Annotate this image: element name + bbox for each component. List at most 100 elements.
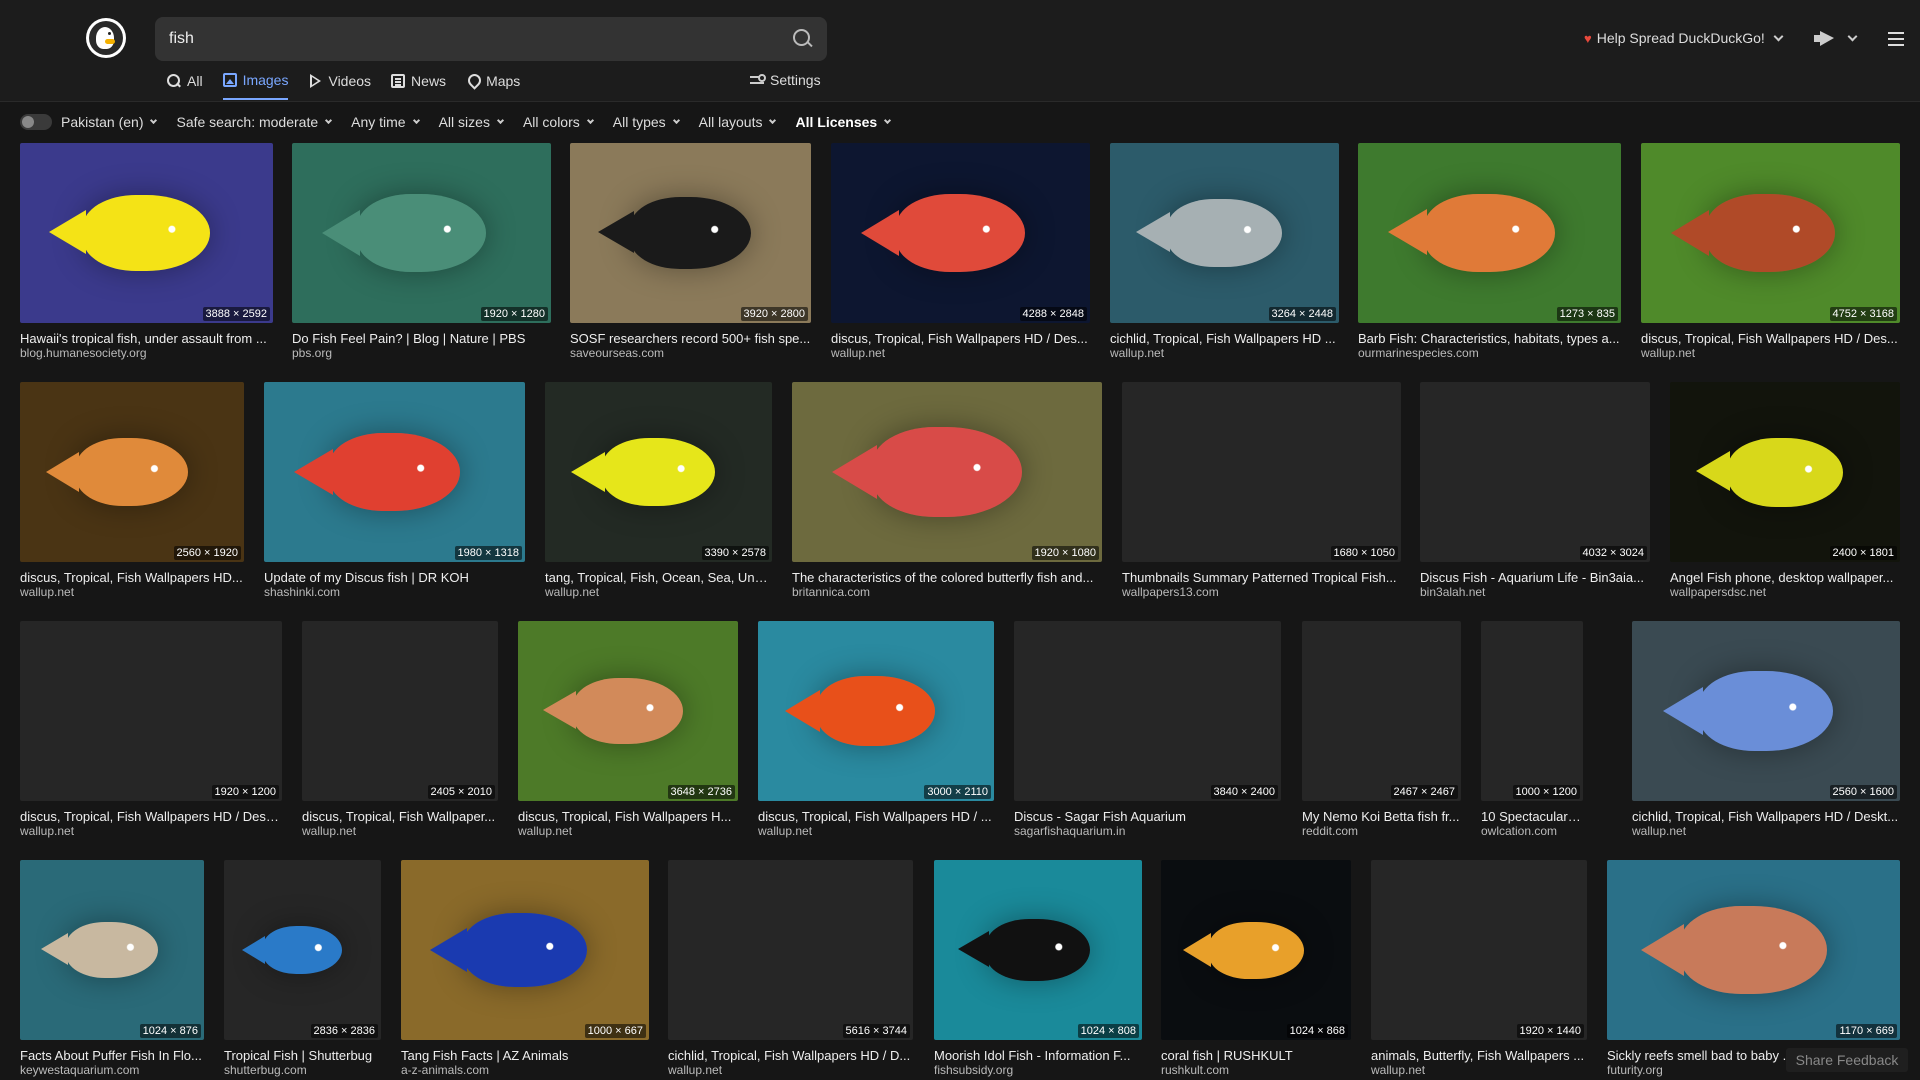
image-title[interactable]: Discus - Sagar Fish Aquarium xyxy=(1014,809,1281,824)
image-result[interactable]: 1920 × 1440 animals, Butterfly, Fish Wall… xyxy=(1371,860,1587,1080)
image-source[interactable]: wallup.net xyxy=(758,824,994,838)
image-source[interactable]: owlcation.com xyxy=(1481,824,1583,838)
image-source[interactable]: pbs.org xyxy=(292,346,551,360)
image-result[interactable]: 1920 × 1280 Do Fish Feel Pain? | Blog | N… xyxy=(292,143,551,363)
image-title[interactable]: 10 Spectacular Yello... xyxy=(1481,809,1583,824)
image-source[interactable]: rushkult.com xyxy=(1161,1063,1351,1077)
image-result[interactable]: 1980 × 1318 Update of my Discus fish | DR… xyxy=(264,382,525,602)
image-title[interactable]: Tropical Fish | Shutterbug xyxy=(224,1048,381,1063)
image-source[interactable]: keywestaquarium.com xyxy=(20,1063,204,1077)
image-title[interactable]: Update of my Discus fish | DR KOH xyxy=(264,570,525,585)
image-thumbnail[interactable]: 2560 × 1600 xyxy=(1632,621,1900,801)
image-thumbnail[interactable]: 2400 × 1801 xyxy=(1670,382,1900,562)
image-title[interactable]: animals, Butterfly, Fish Wallpapers ... xyxy=(1371,1048,1587,1063)
image-source[interactable]: wallup.net xyxy=(20,585,244,599)
image-result[interactable]: 4032 × 3024 Discus Fish - Aquarium Life -… xyxy=(1420,382,1650,602)
image-thumbnail[interactable]: 3000 × 2110 xyxy=(758,621,994,801)
image-result[interactable]: 3648 × 2736 discus, Tropical, Fish Wallpa… xyxy=(518,621,738,841)
image-title[interactable]: cichlid, Tropical, Fish Wallpapers HD / … xyxy=(1632,809,1900,824)
image-result[interactable]: 1024 × 868 coral fish | RUSHKULT rushkult.… xyxy=(1161,860,1351,1080)
image-thumbnail[interactable]: 1024 × 876 xyxy=(20,860,204,1040)
image-source[interactable]: wallup.net xyxy=(1371,1063,1587,1077)
image-result[interactable]: 3264 × 2448 cichlid, Tropical, Fish Wallp… xyxy=(1110,143,1339,363)
image-result[interactable]: 2560 × 1920 discus, Tropical, Fish Wallpa… xyxy=(20,382,244,602)
image-result[interactable]: 4288 × 2848 discus, Tropical, Fish Wallpa… xyxy=(831,143,1090,363)
image-thumbnail[interactable]: 1680 × 1050 xyxy=(1122,382,1401,562)
image-source[interactable]: bin3alah.net xyxy=(1420,585,1650,599)
image-title[interactable]: coral fish | RUSHKULT xyxy=(1161,1048,1351,1063)
image-source[interactable]: britannica.com xyxy=(792,585,1102,599)
image-result[interactable]: 3840 × 2400 Discus - Sagar Fish Aquarium s… xyxy=(1014,621,1281,841)
image-title[interactable]: Hawaii's tropical fish, under assault fr… xyxy=(20,331,273,346)
image-source[interactable]: saveourseas.com xyxy=(570,346,811,360)
image-title[interactable]: tang, Tropical, Fish, Ocean, Sea, Und... xyxy=(545,570,772,585)
image-title[interactable]: Do Fish Feel Pain? | Blog | Nature | PBS xyxy=(292,331,551,346)
image-source[interactable]: wallup.net xyxy=(831,346,1090,360)
image-source[interactable]: wallup.net xyxy=(1632,824,1900,838)
image-thumbnail[interactable]: 1920 × 1280 xyxy=(292,143,551,323)
image-title[interactable]: discus, Tropical, Fish Wallpapers HD / D… xyxy=(20,809,282,824)
image-thumbnail[interactable]: 2405 × 2010 xyxy=(302,621,498,801)
image-result[interactable]: 2467 × 2467 My Nemo Koi Betta fish fr... r… xyxy=(1302,621,1461,841)
image-source[interactable]: wallup.net xyxy=(302,824,498,838)
image-source[interactable]: fishsubsidy.org xyxy=(934,1063,1142,1077)
image-thumbnail[interactable]: 4752 × 3168 xyxy=(1641,143,1900,323)
image-title[interactable]: discus, Tropical, Fish Wallpapers HD / D… xyxy=(831,331,1090,346)
share-feedback-button[interactable]: Share Feedback xyxy=(1786,1048,1908,1072)
image-title[interactable]: Facts About Puffer Fish In Flo... xyxy=(20,1048,204,1063)
image-title[interactable]: The characteristics of the colored butte… xyxy=(792,570,1102,585)
image-result[interactable]: 3920 × 2800 SOSF researchers record 500+ … xyxy=(570,143,811,363)
image-result[interactable]: 1920 × 1200 discus, Tropical, Fish Wallpa… xyxy=(20,621,282,841)
image-thumbnail[interactable]: 2836 × 2836 xyxy=(224,860,381,1040)
image-thumbnail[interactable]: 1024 × 868 xyxy=(1161,860,1351,1040)
image-thumbnail[interactable]: 2560 × 1920 xyxy=(20,382,244,562)
image-source[interactable]: wallup.net xyxy=(545,585,772,599)
image-thumbnail[interactable]: 4288 × 2848 xyxy=(831,143,1090,323)
image-title[interactable]: discus, Tropical, Fish Wallpaper... xyxy=(302,809,498,824)
image-title[interactable]: discus, Tropical, Fish Wallpapers HD... xyxy=(20,570,244,585)
image-result[interactable]: 4752 × 3168 discus, Tropical, Fish Wallpa… xyxy=(1641,143,1900,363)
image-title[interactable]: Barb Fish: Characteristics, habitats, ty… xyxy=(1358,331,1621,346)
image-result[interactable]: 2405 × 2010 discus, Tropical, Fish Wallpa… xyxy=(302,621,498,841)
image-thumbnail[interactable]: 3648 × 2736 xyxy=(518,621,738,801)
image-title[interactable]: discus, Tropical, Fish Wallpapers H... xyxy=(518,809,738,824)
image-source[interactable]: wallup.net xyxy=(518,824,738,838)
image-result[interactable]: 2400 × 1801 Angel Fish phone, desktop wal… xyxy=(1670,382,1900,602)
image-thumbnail[interactable]: 3920 × 2800 xyxy=(570,143,811,323)
image-source[interactable]: shashinki.com xyxy=(264,585,525,599)
image-result[interactable]: 3390 × 2578 tang, Tropical, Fish, Ocean, … xyxy=(545,382,772,602)
image-thumbnail[interactable]: 1000 × 1200 xyxy=(1481,621,1583,801)
image-result[interactable]: 2836 × 2836 Tropical Fish | Shutterbug shu… xyxy=(224,860,381,1080)
image-source[interactable]: shutterbug.com xyxy=(224,1063,381,1077)
image-thumbnail[interactable]: 1000 × 667 xyxy=(401,860,649,1040)
image-title[interactable]: Thumbnails Summary Patterned Tropical Fi… xyxy=(1122,570,1401,585)
image-thumbnail[interactable]: 1273 × 835 xyxy=(1358,143,1621,323)
image-thumbnail[interactable]: 3264 × 2448 xyxy=(1110,143,1339,323)
image-result[interactable]: 1273 × 835 Barb Fish: Characteristics, ha… xyxy=(1358,143,1621,363)
image-source[interactable]: blog.humanesociety.org xyxy=(20,346,273,360)
image-title[interactable]: My Nemo Koi Betta fish fr... xyxy=(1302,809,1461,824)
image-source[interactable]: wallup.net xyxy=(668,1063,913,1077)
image-title[interactable]: Moorish Idol Fish - Information F... xyxy=(934,1048,1142,1063)
image-source[interactable]: reddit.com xyxy=(1302,824,1461,838)
image-source[interactable]: a-z-animals.com xyxy=(401,1063,649,1077)
image-title[interactable]: cichlid, Tropical, Fish Wallpapers HD / … xyxy=(668,1048,913,1063)
image-source[interactable]: sagarfishaquarium.in xyxy=(1014,824,1281,838)
image-thumbnail[interactable]: 4032 × 3024 xyxy=(1420,382,1650,562)
image-thumbnail[interactable]: 3390 × 2578 xyxy=(545,382,772,562)
image-result[interactable]: 3000 × 2110 discus, Tropical, Fish Wallpa… xyxy=(758,621,994,841)
image-thumbnail[interactable]: 1170 × 669 xyxy=(1607,860,1900,1040)
image-result[interactable]: 3888 × 2592 Hawaii's tropical fish, under… xyxy=(20,143,273,363)
image-source[interactable]: wallpapersdsc.net xyxy=(1670,585,1900,599)
image-result[interactable]: 1920 × 1080 The characteristics of the co… xyxy=(792,382,1102,602)
image-title[interactable]: Discus Fish - Aquarium Life - Bin3aia... xyxy=(1420,570,1650,585)
image-thumbnail[interactable]: 3888 × 2592 xyxy=(20,143,273,323)
image-title[interactable]: Tang Fish Facts | AZ Animals xyxy=(401,1048,649,1063)
image-source[interactable]: ourmarinespecies.com xyxy=(1358,346,1621,360)
image-thumbnail[interactable]: 5616 × 3744 xyxy=(668,860,913,1040)
image-source[interactable]: wallup.net xyxy=(1110,346,1339,360)
image-title[interactable]: discus, Tropical, Fish Wallpapers HD / D… xyxy=(1641,331,1900,346)
image-thumbnail[interactable]: 2467 × 2467 xyxy=(1302,621,1461,801)
image-thumbnail[interactable]: 3840 × 2400 xyxy=(1014,621,1281,801)
image-title[interactable]: discus, Tropical, Fish Wallpapers HD / .… xyxy=(758,809,994,824)
